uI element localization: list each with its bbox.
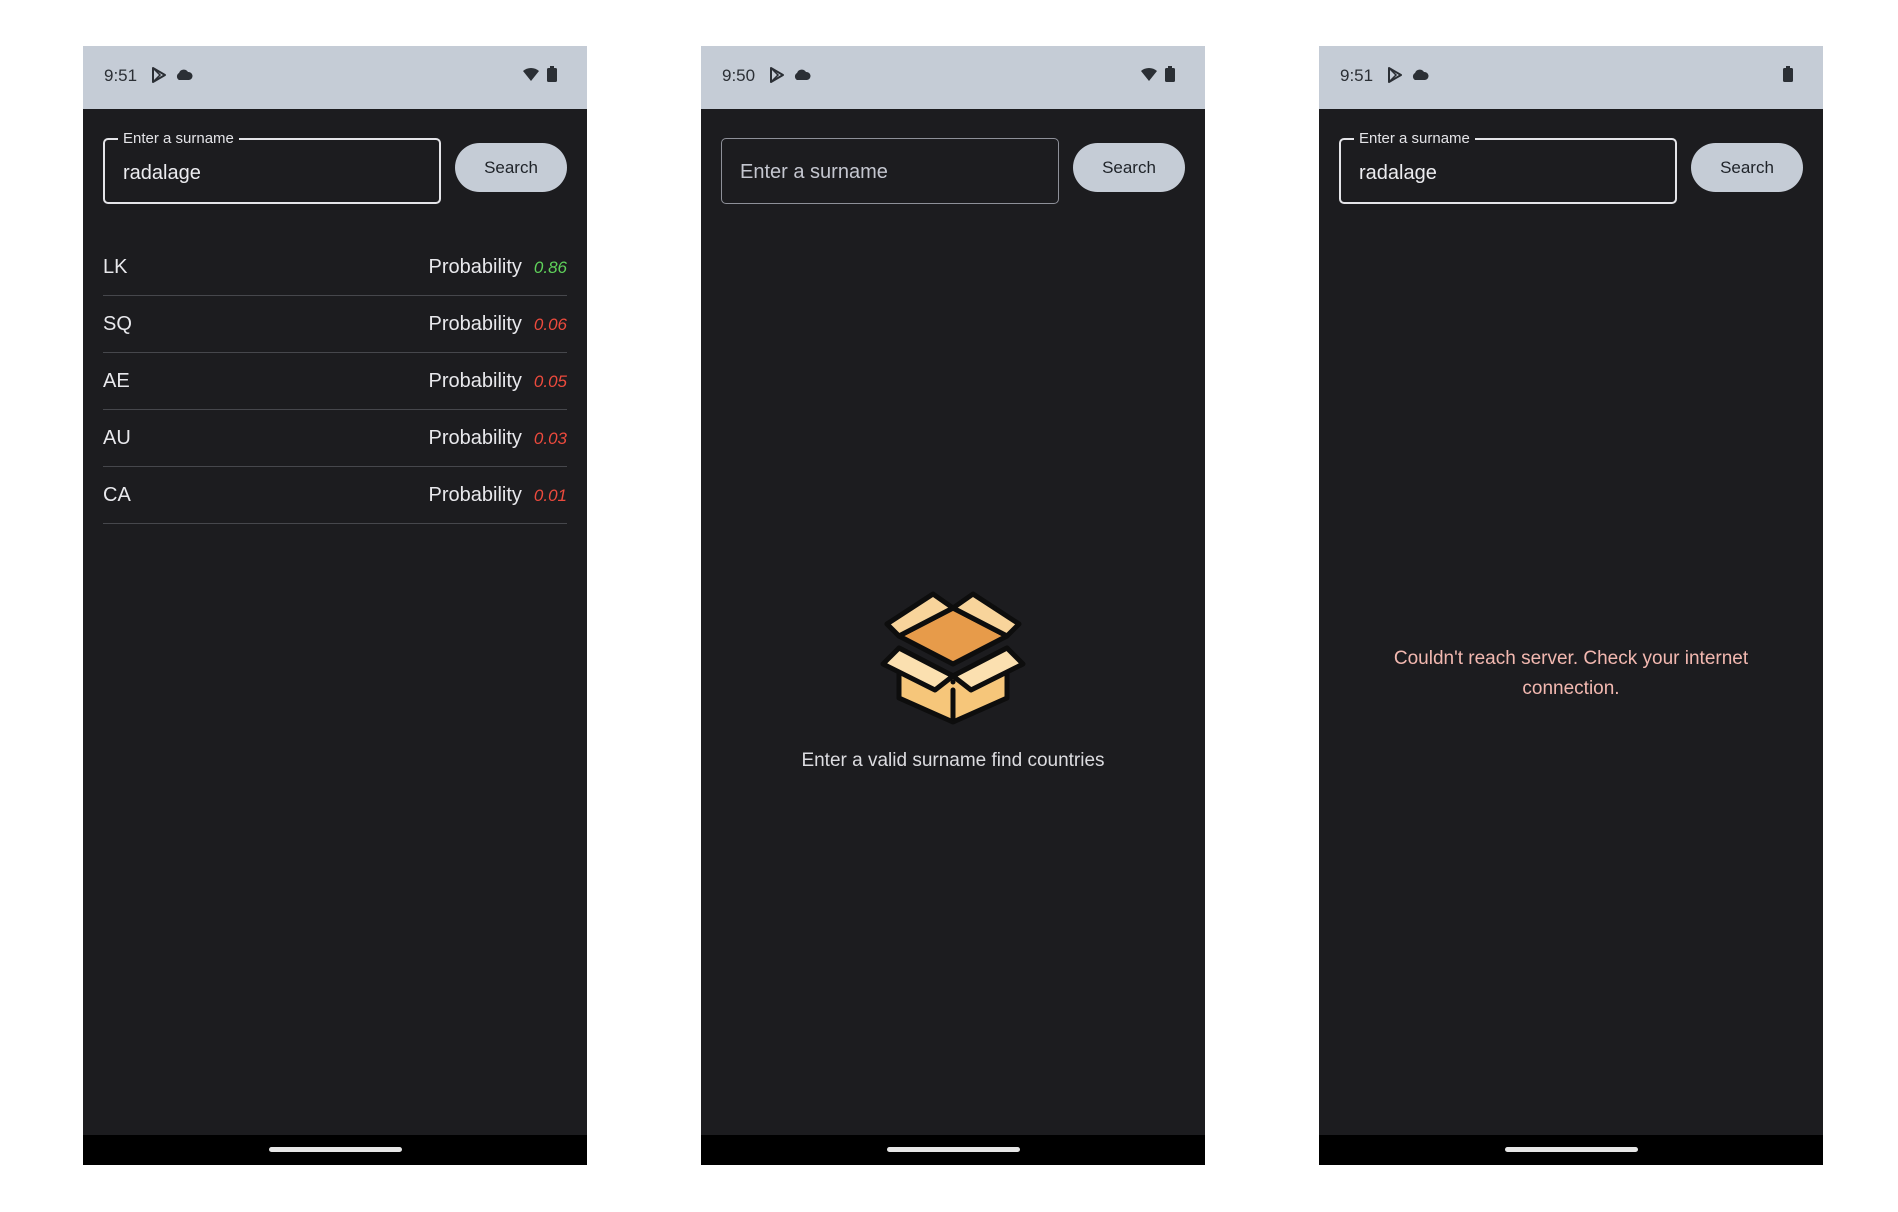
battery-icon [547, 66, 557, 82]
wifi-icon [1140, 66, 1158, 82]
navigation-bar [83, 1135, 587, 1165]
home-gesture-handle[interactable] [269, 1147, 402, 1152]
error-message: Couldn't reach server. Check your intern… [1393, 648, 1749, 699]
empty-state-message: Enter a valid surname find countries [801, 750, 1105, 771]
list-item: AE Probability 0.05 [103, 353, 567, 410]
surname-field-label: Enter a surname [1354, 130, 1475, 147]
home-gesture-handle[interactable] [1505, 1147, 1638, 1152]
status-time: 9:51 [1340, 66, 1374, 85]
status-time: 9:50 [722, 66, 756, 85]
status-bar: 9:51 [1319, 46, 1823, 109]
search-button[interactable]: Search [1691, 143, 1803, 192]
surname-field-placeholder: Enter a surname [740, 161, 888, 183]
play-store-icon [768, 66, 786, 84]
home-gesture-handle[interactable] [887, 1147, 1020, 1152]
error-screen: 9:51 Enter a surname radalage Search Cou… [1319, 46, 1823, 1165]
probability-label: Probability [428, 256, 522, 278]
country-code: CA [103, 484, 131, 506]
empty-screen: 9:50 Enter a surname Search Enter a vali… [701, 46, 1205, 1165]
surname-field-value[interactable]: radalage [1359, 162, 1437, 185]
surname-field-label: Enter a surname [118, 130, 239, 147]
list-item: SQ Probability 0.06 [103, 296, 567, 353]
surname-field[interactable]: Enter a surname [721, 138, 1059, 204]
battery-icon [1165, 66, 1175, 82]
results-list: LK Probability 0.86 SQ Probability 0.06 … [103, 239, 567, 524]
probability-value: 0.86 [533, 258, 567, 277]
list-item: AU Probability 0.03 [103, 410, 567, 467]
results-screen: 9:51 Enter a surname radalage Search LK [83, 46, 587, 1165]
probability-value: 0.03 [533, 429, 567, 448]
status-bar: 9:50 [701, 46, 1205, 109]
probability-label: Probability [428, 313, 522, 335]
battery-icon [1783, 66, 1793, 82]
cloud-icon [793, 68, 811, 82]
probability-value: 0.06 [533, 315, 567, 334]
search-button[interactable]: Search [1073, 143, 1185, 192]
list-item: LK Probability 0.86 [103, 239, 567, 296]
cloud-icon [1411, 68, 1429, 82]
surname-field-value[interactable]: radalage [123, 162, 201, 185]
wifi-icon [522, 66, 540, 82]
list-item: CA Probability 0.01 [103, 467, 567, 524]
cloud-icon [175, 68, 193, 82]
probability-label: Probability [428, 370, 522, 392]
play-store-icon [150, 66, 168, 84]
probability-value: 0.01 [533, 486, 567, 505]
navigation-bar [1319, 1135, 1823, 1165]
surname-field[interactable]: Enter a surname radalage [1339, 130, 1677, 204]
country-code: AE [103, 370, 130, 392]
play-store-icon [1386, 66, 1404, 84]
probability-value: 0.05 [533, 372, 567, 391]
surname-field[interactable]: Enter a surname radalage [103, 130, 441, 204]
status-bar: 9:51 [83, 46, 587, 109]
probability-label: Probability [428, 484, 522, 506]
status-time: 9:51 [104, 66, 138, 85]
probability-label: Probability [428, 427, 522, 449]
navigation-bar [701, 1135, 1205, 1165]
open-box-icon [879, 586, 1027, 726]
search-button[interactable]: Search [455, 143, 567, 192]
country-code: AU [103, 427, 131, 449]
country-code: LK [103, 256, 128, 278]
country-code: SQ [103, 313, 132, 335]
